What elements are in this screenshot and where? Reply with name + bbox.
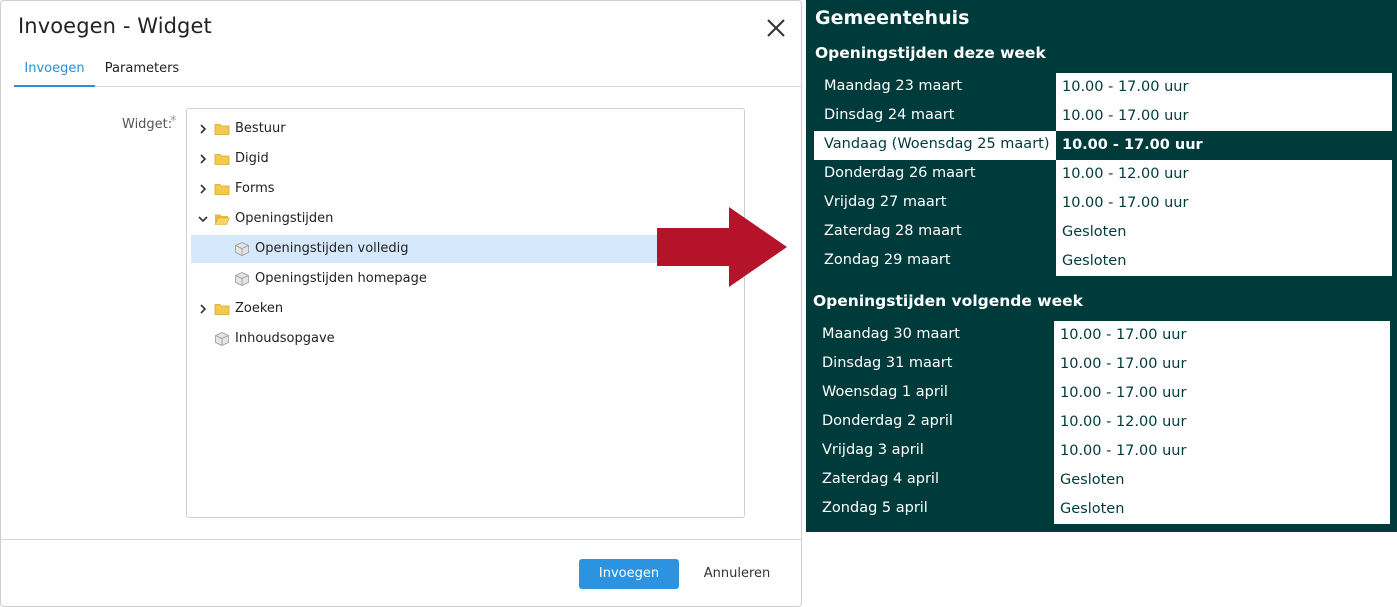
widget-field-label: Widget: [122,117,173,132]
day-label: Maandag 30 maart [822,326,960,342]
hours-row: Maandag 23 maart 10.00 - 17.00 uur [814,73,1392,102]
time-value: 10.00 - 17.00 uur [1054,437,1390,466]
tree-item-label: Inhoudsopgave [235,331,335,346]
footer-divider [1,539,801,540]
time-value: Gesloten [1054,495,1390,524]
insert-widget-dialog: Invoegen - Widget Invoegen Parameters Wi… [0,0,802,607]
widget-title: Gemeentehuis [815,7,970,29]
folder-icon [214,184,230,195]
folder-icon [214,304,230,315]
day-label: Zondag 5 april [822,500,928,516]
tab-invoegen[interactable]: Invoegen [14,57,95,87]
widget-cube-icon [235,242,249,256]
folder-icon [214,124,230,135]
close-button[interactable] [763,15,789,41]
tree-item-label: Bestuur [235,121,286,136]
tree-item-label: Openingstijden [235,211,334,226]
close-icon [767,19,785,37]
hours-row: Donderdag 26 maart 10.00 - 12.00 uur [814,160,1392,189]
time-value: Gesloten [1054,466,1390,495]
hours-row: Maandag 30 maart 10.00 - 17.00 uur [812,321,1390,350]
day-label: Donderdag 26 maart [824,165,976,181]
tree-item-label: Openingstijden homepage [255,271,427,286]
tab-bar: Invoegen Parameters [14,57,801,87]
chevron-right-icon[interactable] [197,303,209,315]
tree-item-inhoudsopgave[interactable]: Inhoudsopgave [191,325,742,353]
day-label: Zaterdag 4 april [822,471,939,487]
day-label: Woensdag 1 april [822,384,948,400]
tree-item-label: Zoeken [235,301,284,316]
tree-item-forms[interactable]: Forms [191,175,742,203]
day-label: Donderdag 2 april [822,413,953,429]
time-value: 10.00 - 17.00 uur [1054,350,1390,379]
tree-item-bestuur[interactable]: Bestuur [191,115,742,143]
chevron-right-icon[interactable] [197,183,209,195]
day-label: Vrijdag 27 maart [824,194,947,210]
folder-icon [214,154,230,165]
chevron-right-icon[interactable] [197,153,209,165]
opening-hours-widget: Gemeentehuis Openingstijden deze week Ma… [806,0,1397,532]
tree-item-label: Openingstijden volledig [255,241,409,256]
time-value: 10.00 - 17.00 uur [1054,321,1390,350]
hours-row: Zaterdag 28 maart Gesloten [814,218,1392,247]
dialog-title: Invoegen - Widget [18,14,212,38]
hours-row: Donderdag 2 april 10.00 - 12.00 uur [812,408,1390,437]
time-value: Gesloten [1056,218,1392,247]
time-value: 10.00 - 17.00 uur [1056,189,1392,218]
hours-row: Zondag 5 april Gesloten [812,495,1390,524]
day-label: Maandag 23 maart [824,78,962,94]
tab-parameters[interactable]: Parameters [98,57,186,87]
day-label: Vandaag (Woensdag 25 maart) [824,136,1050,152]
hours-row: Zondag 29 maart Gesloten [814,247,1392,276]
day-label: Dinsdag 24 maart [824,107,955,123]
chevron-down-icon[interactable] [197,213,209,225]
hours-row: Zaterdag 4 april Gesloten [812,466,1390,495]
this-week-heading: Openingstijden deze week [815,44,1046,62]
chevron-right-icon[interactable] [197,123,209,135]
hours-row: Dinsdag 24 maart 10.00 - 17.00 uur [814,102,1392,131]
right-arrow-icon [657,207,787,287]
day-label: Vrijdag 3 april [822,442,924,458]
day-label: Zondag 29 maart [824,252,951,268]
time-value: 10.00 - 17.00 uur [1056,102,1392,131]
hours-row: Vrijdag 3 april 10.00 - 17.00 uur [812,437,1390,466]
time-value: 10.00 - 12.00 uur [1056,160,1392,189]
widget-tree[interactable]: Bestuur Digid Forms Openingstijden Openi… [186,108,745,518]
time-value: Gesloten [1056,247,1392,276]
time-value: 10.00 - 17.00 uur [1056,73,1392,102]
insert-button[interactable]: Invoegen [579,559,679,589]
hours-row: Woensdag 1 april 10.00 - 17.00 uur [812,379,1390,408]
required-marker: * [170,114,177,129]
hours-row: Vrijdag 27 maart 10.00 - 17.00 uur [814,189,1392,218]
next-week-heading: Openingstijden volgende week [813,292,1083,310]
hours-row-today: Vandaag (Woensdag 25 maart) 10.00 - 17.0… [814,131,1392,160]
day-label: Dinsdag 31 maart [822,355,953,371]
time-value: 10.00 - 12.00 uur [1054,408,1390,437]
tree-item-label: Digid [235,151,269,166]
tree-item-zoeken[interactable]: Zoeken [191,295,742,323]
widget-cube-icon [215,332,229,346]
day-label: Zaterdag 28 maart [824,223,962,239]
cancel-button[interactable]: Annuleren [697,559,777,589]
hours-row: Dinsdag 31 maart 10.00 - 17.00 uur [812,350,1390,379]
tree-item-label: Forms [235,181,275,196]
time-value: 10.00 - 17.00 uur [1054,379,1390,408]
folder-open-icon [214,214,230,225]
widget-cube-icon [235,272,249,286]
tree-item-digid[interactable]: Digid [191,145,742,173]
time-value: 10.00 - 17.00 uur [1056,131,1392,160]
